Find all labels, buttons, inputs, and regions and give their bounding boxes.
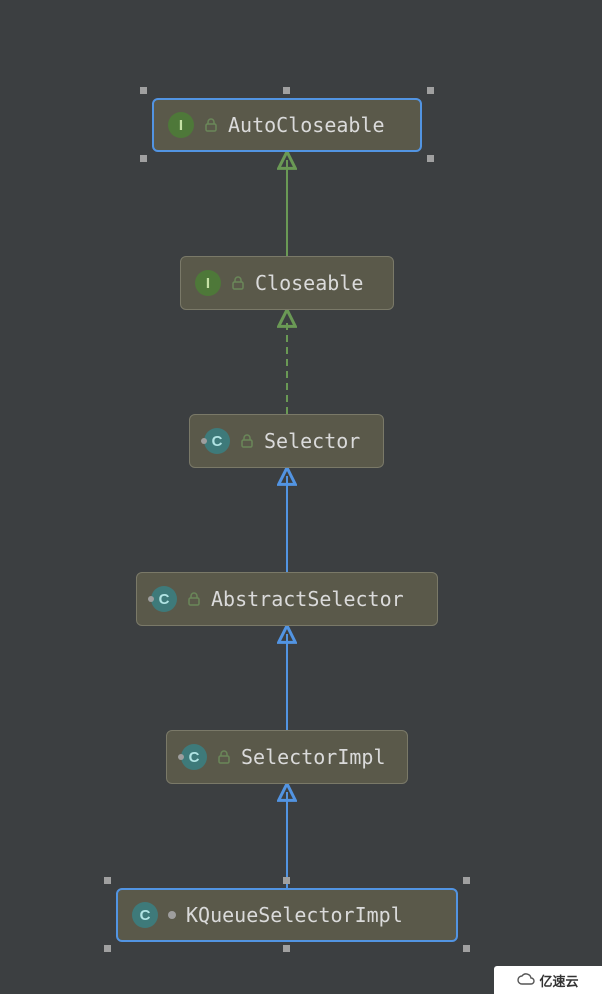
interface-icon: I xyxy=(168,112,194,138)
selection-handle[interactable] xyxy=(427,155,434,162)
node-selectorimpl[interactable]: C SelectorImpl xyxy=(166,730,408,784)
selection-handle[interactable] xyxy=(427,87,434,94)
selection-handle[interactable] xyxy=(283,87,290,94)
node-label: AutoCloseable xyxy=(228,113,385,137)
abstract-indicator-icon xyxy=(148,596,154,602)
node-label: Selector xyxy=(264,429,360,453)
node-kqueueselectorimpl[interactable]: C KQueueSelectorImpl xyxy=(116,888,458,942)
watermark-logo: 亿速云 xyxy=(494,966,602,994)
watermark-text: 亿速云 xyxy=(539,971,578,990)
selection-handle[interactable] xyxy=(463,877,470,884)
public-visibility-icon xyxy=(187,592,201,606)
public-visibility-icon xyxy=(231,276,245,290)
interface-icon: I xyxy=(195,270,221,296)
node-selector[interactable]: C Selector xyxy=(189,414,384,468)
selection-handle[interactable] xyxy=(104,945,111,952)
selection-handle[interactable] xyxy=(283,877,290,884)
abstract-indicator-icon xyxy=(178,754,184,760)
selection-handle[interactable] xyxy=(104,877,111,884)
node-label: SelectorImpl xyxy=(241,745,386,769)
node-autocloseable[interactable]: I AutoCloseable xyxy=(152,98,422,152)
selection-handle[interactable] xyxy=(463,945,470,952)
class-icon: C xyxy=(151,586,177,612)
package-visibility-icon xyxy=(168,911,176,919)
uml-diagram-canvas[interactable]: { "diagram": { "nodes": [ { "id": "autoc… xyxy=(0,0,602,994)
public-visibility-icon xyxy=(217,750,231,764)
class-icon: C xyxy=(204,428,230,454)
selection-handle[interactable] xyxy=(140,155,147,162)
abstract-indicator-icon xyxy=(201,438,207,444)
node-label: Closeable xyxy=(255,271,363,295)
selection-handle[interactable] xyxy=(283,945,290,952)
node-abstractselector[interactable]: C AbstractSelector xyxy=(136,572,438,626)
public-visibility-icon xyxy=(240,434,254,448)
class-icon: C xyxy=(132,902,158,928)
node-closeable[interactable]: I Closeable xyxy=(180,256,394,310)
public-visibility-icon xyxy=(204,118,218,132)
node-label: KQueueSelectorImpl xyxy=(186,903,403,927)
selection-handle[interactable] xyxy=(140,87,147,94)
node-label: AbstractSelector xyxy=(211,587,404,611)
class-icon: C xyxy=(181,744,207,770)
